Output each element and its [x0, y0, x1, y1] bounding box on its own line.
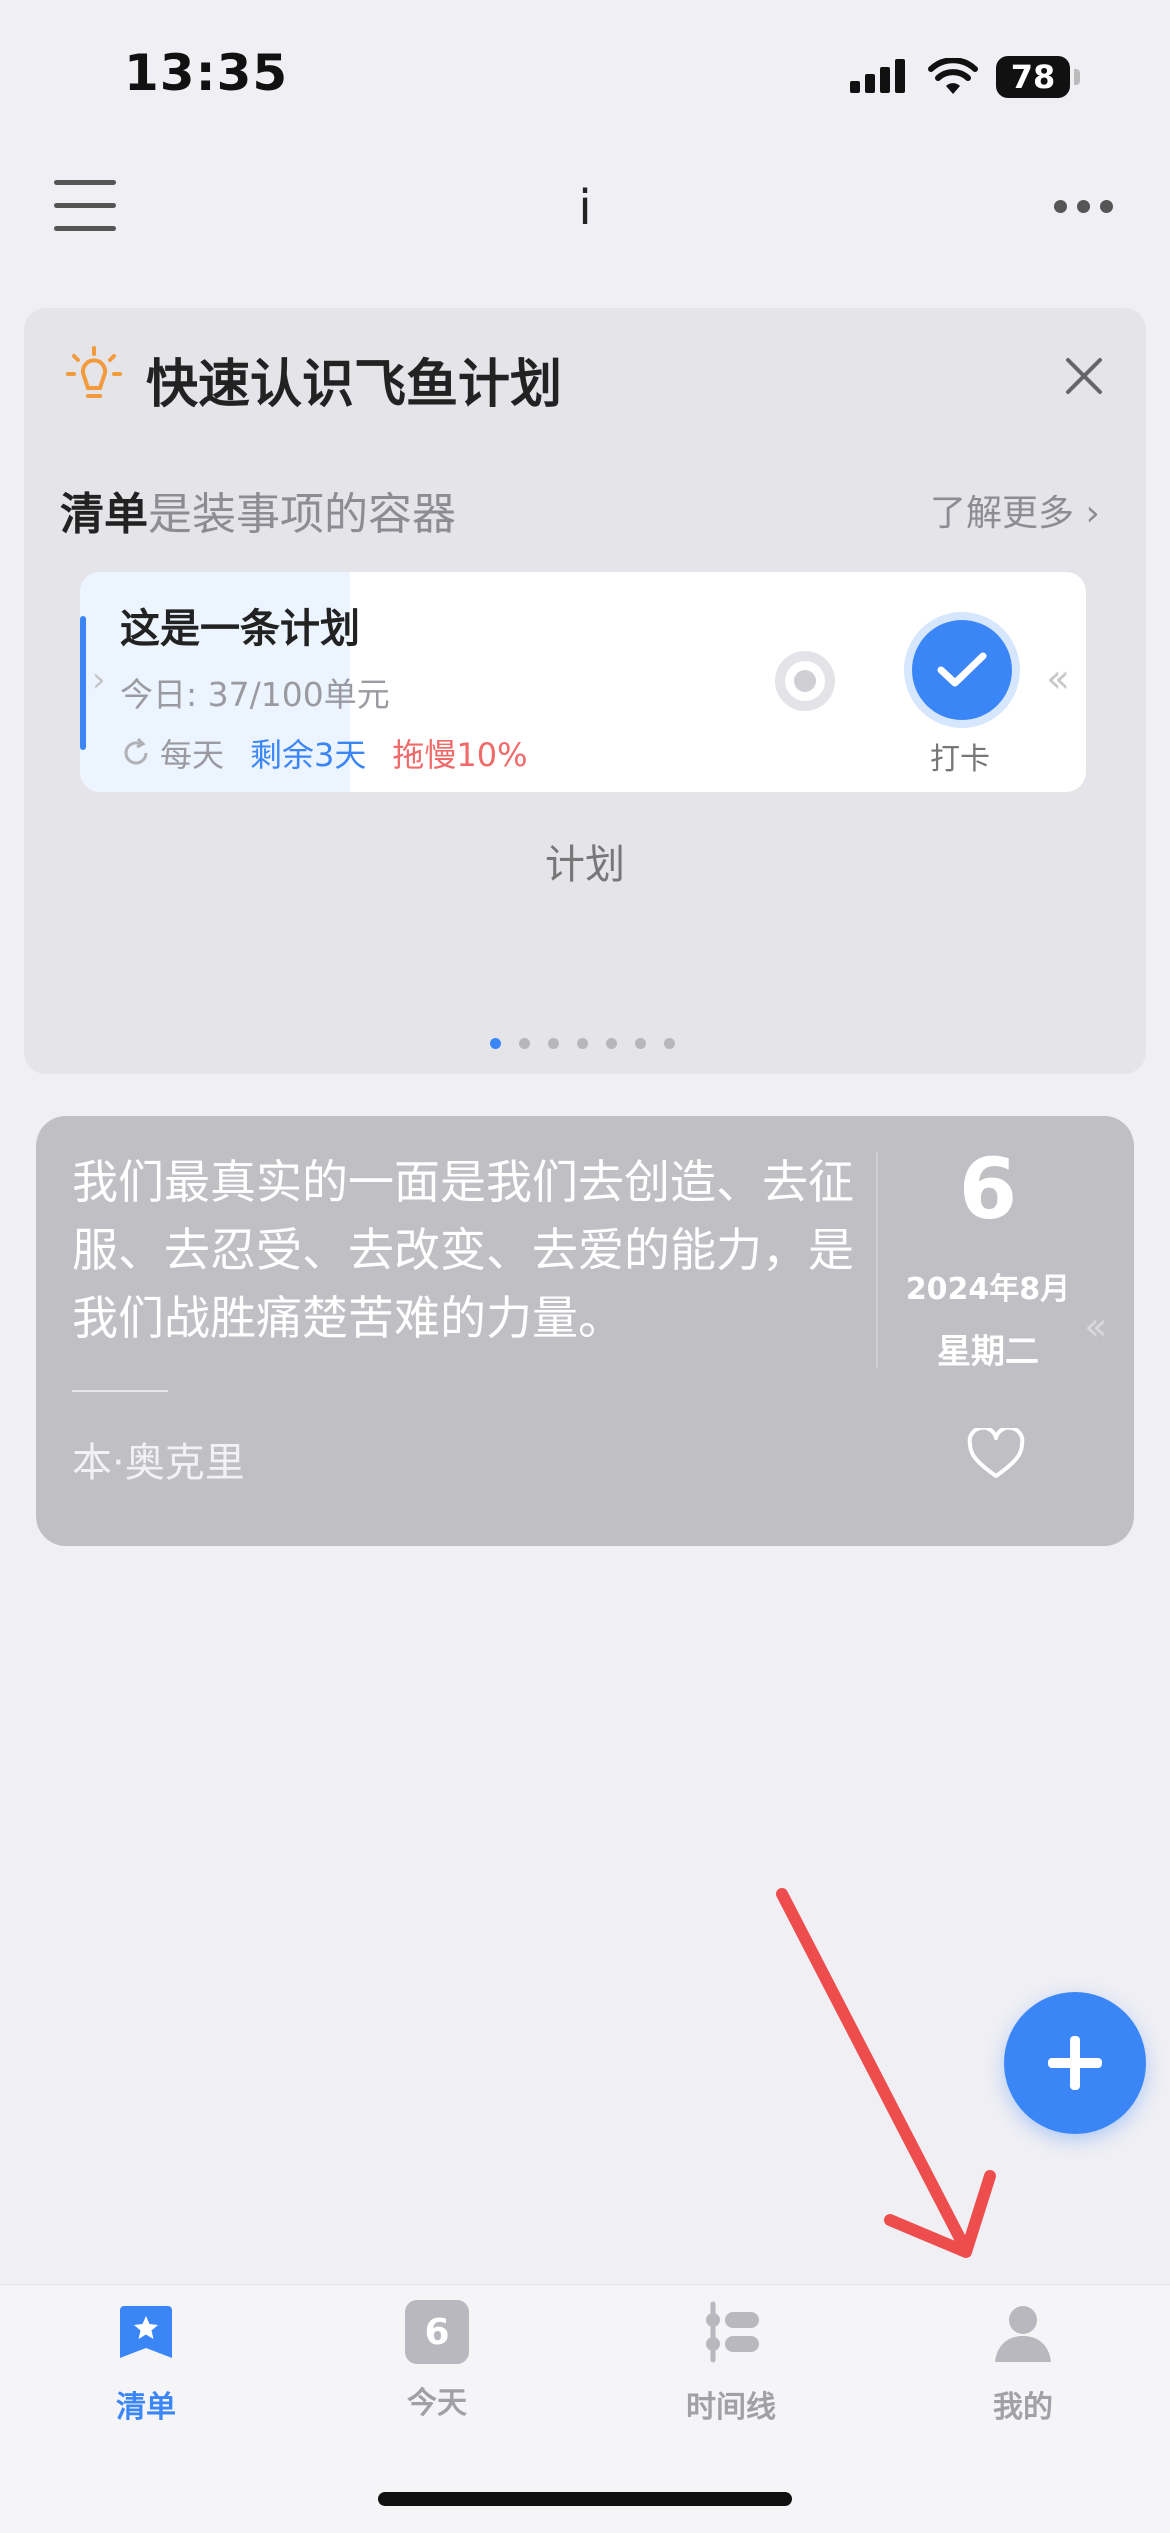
wifi-icon	[928, 58, 978, 94]
plan-example-card[interactable]: › 这是一条计划 今日: 37/100单元 每天 剩余3天 拖慢10% 打卡 ‹…	[80, 572, 1086, 792]
repeat-icon	[124, 737, 148, 765]
red-arrow-annotation	[776, 1888, 996, 2258]
double-chevron-left-icon[interactable]: ‹‹	[1084, 1304, 1108, 1350]
target-icon[interactable]	[770, 646, 840, 716]
page-indicator[interactable]	[490, 1038, 675, 1049]
nav-title: i	[578, 180, 592, 236]
status-time: 13:35	[124, 44, 289, 102]
timeline-icon	[706, 2301, 759, 2363]
date-year-month: 2024年8月	[905, 1272, 1071, 1307]
slide-caption: 计划	[545, 842, 625, 888]
date-divider	[876, 1152, 878, 1368]
add-button[interactable]	[1004, 1992, 1146, 2134]
chevron-right-icon: ›	[92, 660, 106, 700]
tab-timeline[interactable]: 时间线	[646, 2300, 816, 2426]
quote-text: 我们最真实的一面是我们去创造、去征服、去忍受、去改变、去爱的能力，是我们战胜痛楚…	[72, 1155, 854, 1345]
page-dot[interactable]	[577, 1038, 588, 1049]
home-indicator	[378, 2492, 792, 2506]
tab-list[interactable]: 清单	[61, 2300, 231, 2426]
double-chevron-left-icon[interactable]: ‹‹	[1046, 656, 1070, 702]
page-dot[interactable]	[548, 1038, 559, 1049]
tab-today[interactable]: 6 今天	[352, 2300, 522, 2422]
intro-title: 快速认识飞鱼计划	[146, 355, 563, 415]
intro-subhead: 清单是装事项的容器	[60, 489, 456, 540]
page-dot[interactable]	[606, 1038, 617, 1049]
chevron-right-icon: ›	[1085, 493, 1100, 534]
calendar-day-icon: 6	[405, 2300, 469, 2364]
plan-name: 这是一条计划	[120, 606, 360, 652]
page-dot[interactable]	[664, 1038, 675, 1049]
learn-more-link[interactable]: 了解更多 ›	[930, 484, 1100, 536]
checkin-button[interactable]	[912, 620, 1012, 720]
plan-frequency: 每天	[120, 730, 224, 776]
page-dot[interactable]	[519, 1038, 530, 1049]
plan-progress: 今日: 37/100单元	[120, 675, 390, 714]
plan-delay: 拖慢10%	[392, 736, 528, 774]
page-dot[interactable]	[635, 1038, 646, 1049]
plan-accent-bar	[80, 616, 86, 750]
list-star-icon	[120, 2306, 172, 2358]
menu-icon[interactable]	[54, 180, 116, 231]
heart-icon[interactable]	[966, 1428, 1026, 1480]
plan-meta: 每天 剩余3天 拖慢10%	[120, 730, 528, 776]
tab-me[interactable]: 我的	[938, 2300, 1108, 2426]
quote-author: 本·奥克里	[72, 1440, 245, 1486]
date-weekday: 星期二	[937, 1332, 1039, 1372]
lightbulb-icon	[66, 346, 122, 398]
user-icon	[995, 2306, 1051, 2362]
page-dot[interactable]	[490, 1038, 501, 1049]
date-day: 6	[958, 1140, 1018, 1238]
quote-divider-line	[72, 1390, 168, 1392]
status-icons: 78	[850, 52, 1080, 102]
more-icon[interactable]	[1054, 200, 1113, 213]
checkmark-icon	[937, 652, 987, 687]
battery-indicator: 78	[996, 56, 1080, 98]
checkin-label: 打卡	[930, 742, 990, 777]
signal-icon	[850, 59, 905, 93]
close-icon[interactable]	[1056, 348, 1112, 404]
plan-remaining: 剩余3天	[250, 736, 367, 774]
